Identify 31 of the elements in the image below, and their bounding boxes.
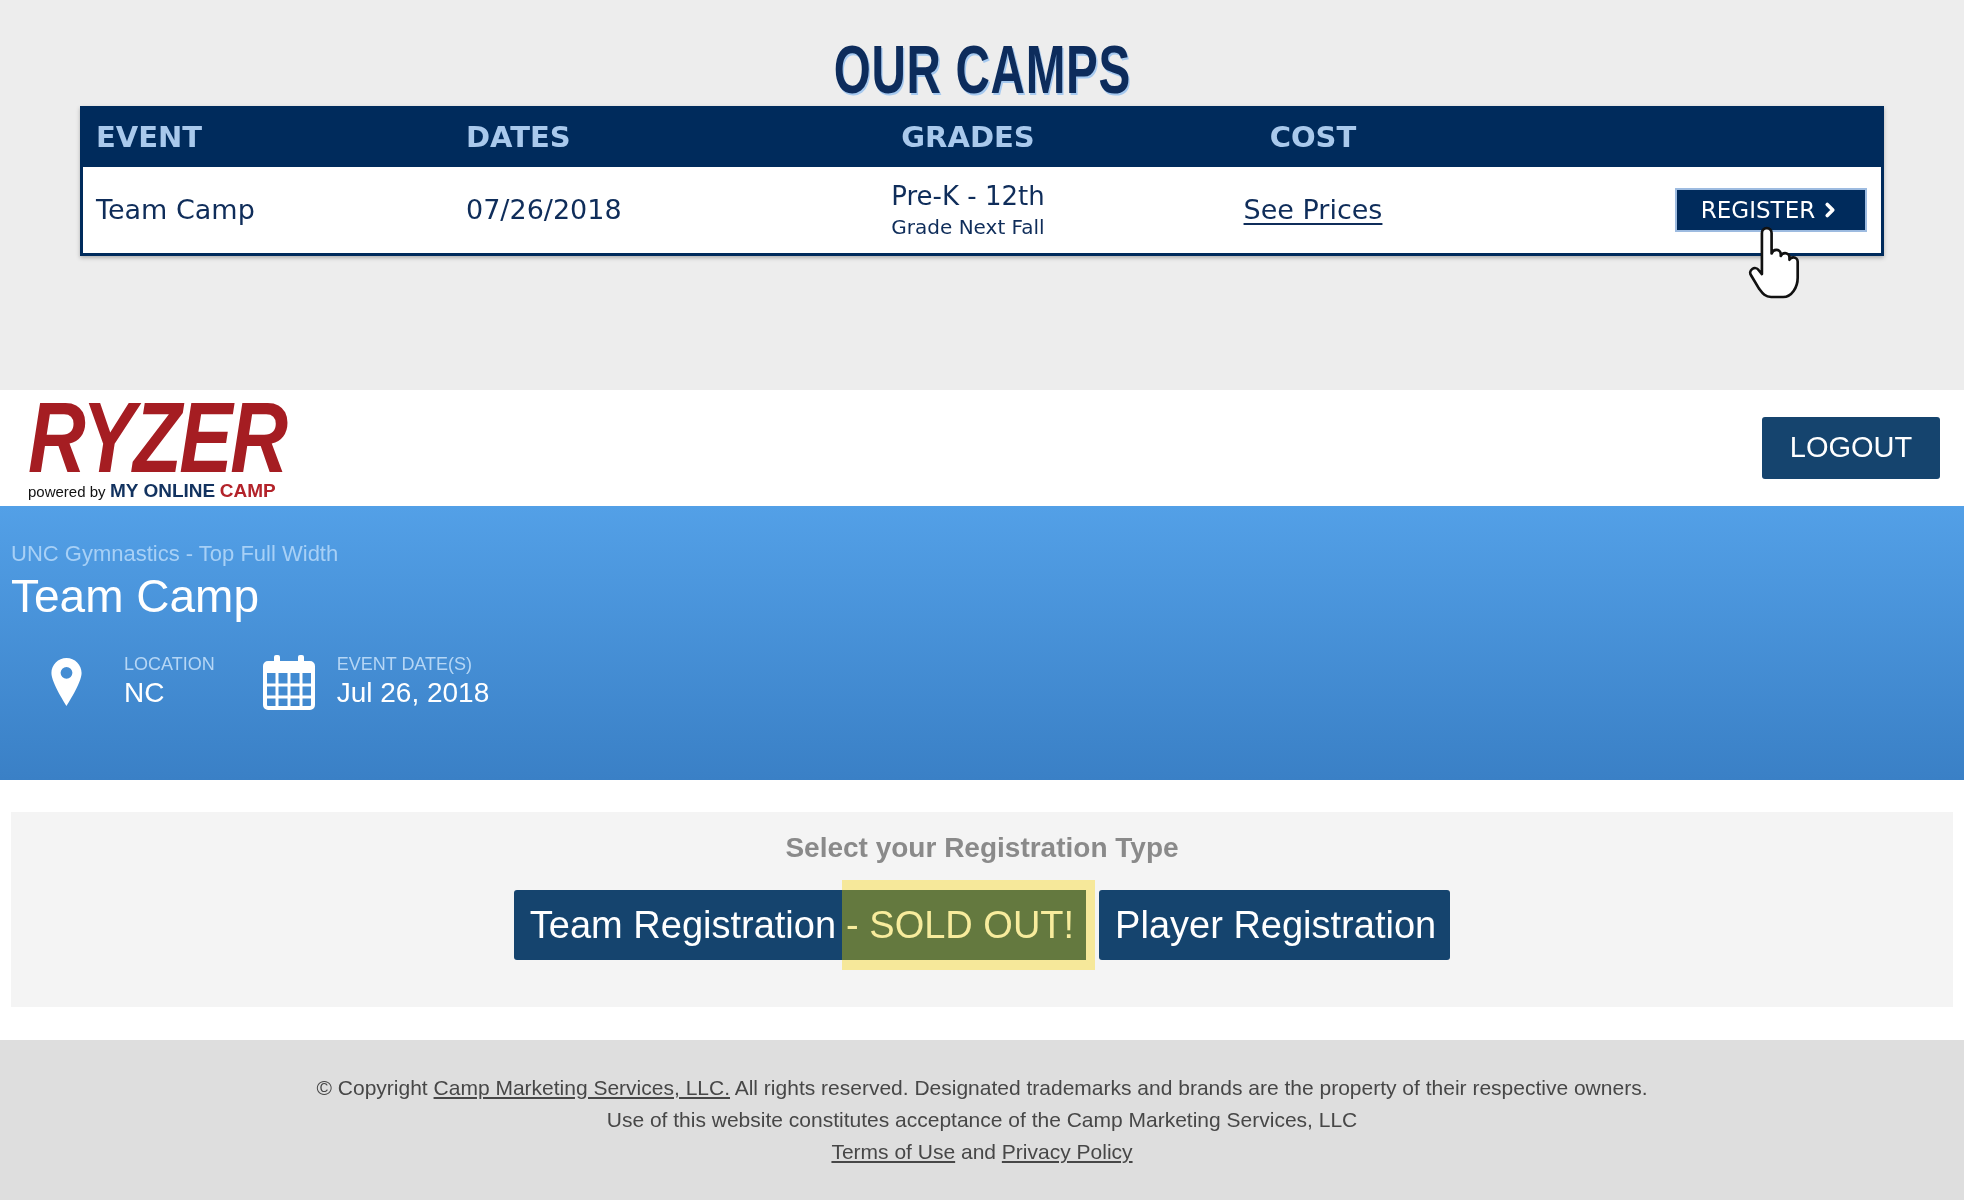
- detail-label: EVENT DATE(S): [336, 653, 473, 675]
- see-prices-link[interactable]: See Prices: [1243, 193, 1383, 225]
- legal-links-line: Terms of Use and Privacy Policy: [831, 1139, 1133, 1165]
- logout-button[interactable]: LOGOUT: [1762, 417, 1940, 479]
- legal-link[interactable]: Terms of Use: [831, 1140, 956, 1163]
- grade-note: Grade Next Fall: [891, 214, 1045, 241]
- detail-value: NC: [124, 676, 165, 710]
- column-header: COST: [1269, 120, 1357, 155]
- logo-wordmark: RYZER: [28, 396, 286, 477]
- map-pin-icon: [50, 658, 83, 706]
- sold-out-highlight: - SOLD OUT!: [842, 880, 1096, 970]
- event-date: 07/26/2018: [466, 193, 622, 225]
- column-header: GRADES: [901, 120, 1035, 155]
- copyright-notice: © Copyright Camp Marketing Services, LLC. All rights reserved. Designated trademarks and brands are the property of their respective owners.: [316, 1075, 1648, 1101]
- event-title: Team Camp: [11, 569, 259, 623]
- company-link[interactable]: Camp Marketing Services, LLC.: [433, 1076, 730, 1099]
- column-header: EVENT: [96, 120, 203, 155]
- logo-tagline: powered by MY ONLINE CAMP: [28, 480, 276, 502]
- register-button[interactable]: REGISTER: [1675, 188, 1867, 232]
- registration-option-button[interactable]: Player Registration: [1099, 890, 1451, 960]
- registration-heading: Select your Registration Type: [785, 831, 1179, 865]
- column-header: DATES: [466, 120, 571, 155]
- terms-notice: Use of this website constitutes acceptance of the Camp Marketing Services, LLC: [606, 1107, 1358, 1133]
- grade-range: Pre-K - 12th: [891, 180, 1045, 213]
- detail-label: LOCATION: [124, 653, 215, 675]
- event-breadcrumb: UNC Gymnastics - Top Full Width: [11, 540, 339, 568]
- legal-link[interactable]: Privacy Policy: [1001, 1140, 1133, 1163]
- detail-value: Jul 26, 2018: [336, 676, 490, 710]
- event-name: Team Camp: [96, 193, 255, 225]
- calendar-icon: [262, 654, 315, 710]
- section-title: OUR CAMPS: [833, 35, 1131, 103]
